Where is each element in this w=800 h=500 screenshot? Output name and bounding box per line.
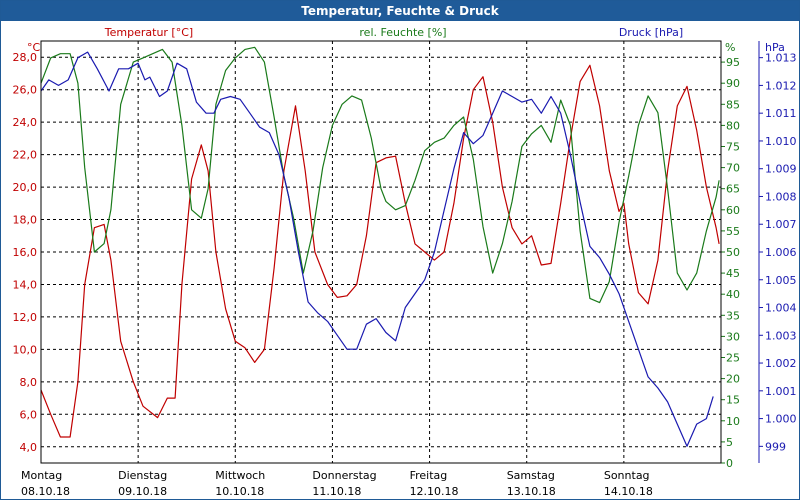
left-tick-label: 4,0: [20, 441, 38, 454]
mid-tick-label: 35: [726, 309, 740, 322]
x-tick-day: Samstag: [507, 469, 555, 482]
mid-tick-label: 5: [726, 436, 733, 449]
left-axis-unit: °C: [27, 41, 41, 54]
mid-tick-label: 45: [726, 267, 740, 280]
temperature-line: [40, 64, 720, 438]
right-tick-label: 1.005: [765, 274, 797, 287]
right-tick-label: 1.007: [765, 218, 797, 231]
x-tick-day: Dienstag: [118, 469, 167, 482]
mid-tick-label: 80: [726, 119, 740, 132]
temperature-series-label: Temperatur [°C]: [104, 26, 193, 39]
mid-tick-label: 60: [726, 204, 740, 217]
pressure-series-label: Druck [hPa]: [619, 26, 683, 39]
mid-tick-label: 25: [726, 352, 740, 365]
mid-tick-label: 50: [726, 246, 740, 259]
left-tick-label: 18,0: [13, 214, 38, 227]
right-tick-label: 1.010: [765, 135, 797, 148]
mid-tick-label: 15: [726, 394, 740, 407]
mid-tick-label: 40: [726, 288, 740, 301]
left-tick-label: 10,0: [13, 343, 38, 356]
right-tick-label: 1.003: [765, 329, 797, 342]
mid-tick-label: 95: [726, 56, 740, 69]
mid-tick-label: 70: [726, 162, 740, 175]
right-tick-label: 1.001: [765, 385, 797, 398]
mid-tick-label: 30: [726, 330, 740, 343]
right-tick-label: 1.002: [765, 357, 797, 370]
mid-tick-label: 10: [726, 415, 740, 428]
right-tick-label: 999: [765, 440, 786, 453]
right-tick-label: 1.000: [765, 413, 797, 426]
pressure-line: [40, 51, 714, 447]
left-tick-label: 14,0: [13, 278, 38, 291]
left-tick-label: 6,0: [20, 408, 38, 421]
mid-tick-label: 65: [726, 183, 740, 196]
axes: 4,0 6,0 8,0 10,0 12,0 14,0 16,0 18,0 20,0 22,0 24,…: [13, 41, 797, 498]
window-title: Temperatur, Feuchte & Druck: [1, 1, 799, 21]
right-tick-label: 1.008: [765, 190, 797, 203]
mid-tick-label: 20: [726, 373, 740, 386]
right-axis-unit: hPa: [765, 41, 785, 54]
right-tick-label: 1.011: [765, 107, 797, 120]
humidity-series-label: rel. Feuchte [%]: [359, 26, 446, 39]
left-tick-label: 16,0: [13, 246, 38, 259]
left-tick-label: 12,0: [13, 311, 38, 324]
right-tick-label: 1.006: [765, 246, 797, 259]
right-tick-label: 1.004: [765, 302, 797, 315]
mid-tick-label: 55: [726, 225, 740, 238]
x-tick-day: Freitag: [410, 469, 448, 482]
chart-svg: 4,0 6,0 8,0 10,0 12,0 14,0 16,0 18,0 20,0 22,0 24,…: [13, 26, 797, 498]
x-tick-date: 14.10.18: [604, 485, 653, 498]
x-tick-date: 13.10.18: [507, 485, 556, 498]
mid-tick-label: 75: [726, 141, 740, 154]
mid-axis-unit: %: [725, 41, 735, 54]
mid-tick-label: 0: [726, 457, 733, 470]
x-tick-day: Mittwoch: [215, 469, 265, 482]
x-tick-date: 08.10.18: [21, 485, 70, 498]
mid-tick-label: 85: [726, 98, 740, 111]
left-tick-label: 22,0: [13, 149, 38, 162]
grid: [41, 41, 721, 463]
right-tick-label: 1.009: [765, 163, 797, 176]
series-lines: [40, 46, 720, 447]
left-tick-label: 26,0: [13, 84, 38, 97]
x-tick-day: Sonntag: [604, 469, 650, 482]
x-tick-date: 09.10.18: [118, 485, 167, 498]
left-tick-label: 8,0: [20, 376, 38, 389]
x-tick-date: 12.10.18: [410, 485, 459, 498]
x-tick-day: Donnerstag: [312, 469, 376, 482]
left-tick-label: 20,0: [13, 181, 38, 194]
x-tick-date: 10.10.18: [215, 485, 264, 498]
chart-window: 4,0 6,0 8,0 10,0 12,0 14,0 16,0 18,0 20,0 22,0 24,…: [0, 0, 800, 500]
left-tick-label: 24,0: [13, 116, 38, 129]
x-tick-date: 11.10.18: [312, 485, 361, 498]
right-tick-label: 1.012: [765, 79, 797, 92]
humidity-line: [40, 46, 720, 304]
mid-tick-label: 90: [726, 77, 740, 90]
x-tick-day: Montag: [21, 469, 62, 482]
